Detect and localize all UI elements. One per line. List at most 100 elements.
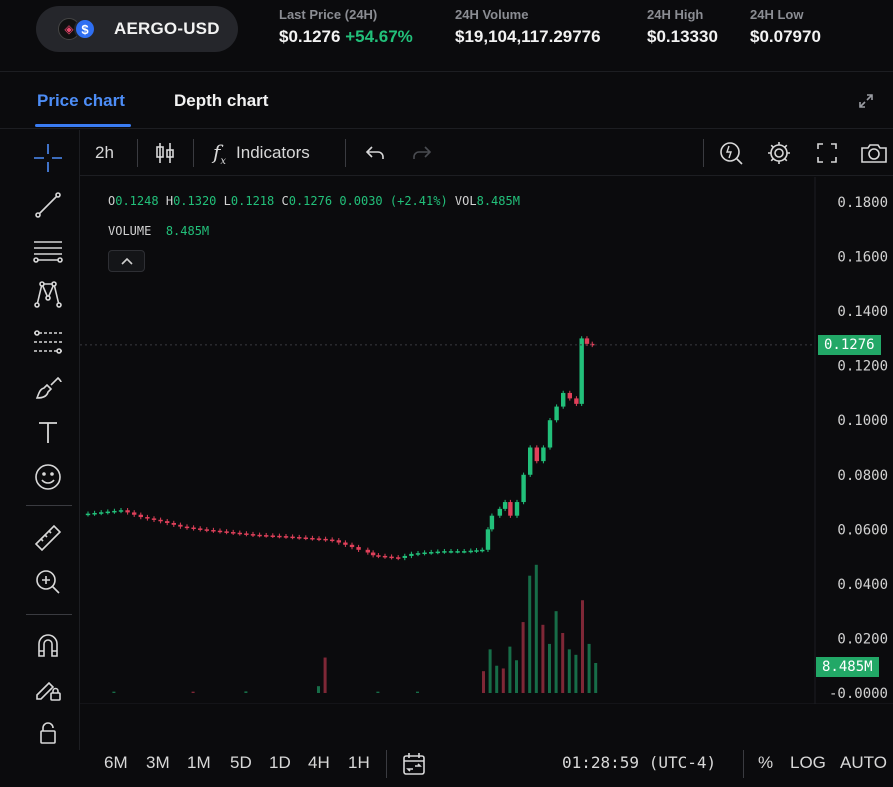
tab-price-chart[interactable]: Price chart: [37, 91, 125, 111]
stat-last-price: Last Price (24H) $0.1276 +54.67%: [279, 7, 413, 47]
candle-body: [402, 555, 407, 558]
range-1m[interactable]: 1M: [187, 753, 211, 773]
y-tick-label: 0.0200: [837, 631, 888, 647]
candle-body: [85, 513, 91, 516]
candle-body: [579, 338, 584, 404]
range-6m[interactable]: 6M: [104, 753, 128, 773]
pattern-icon[interactable]: [31, 278, 65, 312]
stat-value: $0.13330: [647, 27, 718, 46]
toolbar-divider: [137, 139, 138, 167]
undo-icon[interactable]: [364, 138, 386, 168]
candle-body: [574, 398, 579, 404]
candle-body: [92, 512, 97, 515]
expand-icon[interactable]: [857, 92, 875, 110]
camera-icon[interactable]: [860, 138, 888, 168]
y-tick-label: 0.0600: [837, 522, 888, 538]
magnet-icon[interactable]: [31, 628, 65, 662]
range-1h[interactable]: 1H: [348, 753, 370, 773]
range-3m[interactable]: 3M: [146, 753, 170, 773]
volume-bar: [317, 686, 320, 693]
percent-scale-toggle[interactable]: %: [758, 753, 773, 773]
toolbar-divider: [743, 750, 744, 778]
calendar-icon[interactable]: [401, 751, 427, 782]
stat-label: Last Price (24H): [279, 7, 378, 22]
candle-body: [237, 532, 242, 535]
text-tool-icon[interactable]: [31, 415, 65, 449]
volume-bar: [521, 622, 525, 693]
volume-bar: [112, 691, 116, 693]
fullscreen-icon[interactable]: [815, 138, 839, 168]
y-tick-label: 0.1200: [837, 359, 888, 375]
zoom-in-icon[interactable]: [31, 565, 65, 599]
stat-24h-high: 24H High $0.13330: [647, 7, 718, 47]
chart-canvas[interactable]: 0.1800 0.1600 0.1400 0.1200 0.1000 0.0800 0.06…: [80, 177, 893, 704]
candle-body: [561, 392, 566, 407]
price-chart[interactable]: 0.1800 0.1600 0.1400 0.1200 0.1000 0.0800 0.06…: [80, 177, 893, 704]
low-label: L: [223, 194, 231, 208]
unlock-icon[interactable]: [31, 714, 65, 748]
last-price-tag: 0.1276: [818, 334, 881, 355]
candle-body: [415, 553, 421, 555]
volume-bar: [323, 657, 327, 693]
function-icon: fx: [213, 139, 227, 167]
ruler-icon[interactable]: [31, 521, 65, 555]
candle-body: [462, 551, 467, 553]
brush-icon[interactable]: [31, 370, 65, 404]
candle-body: [497, 508, 503, 516]
candle-body: [303, 537, 308, 540]
candle-body: [277, 535, 282, 538]
stat-value: $0.07970: [750, 27, 821, 46]
pair-selector[interactable]: ◈ $ AERGO-USD: [36, 6, 238, 52]
candle-body: [356, 547, 361, 550]
auto-scale-toggle[interactable]: AUTO: [840, 753, 887, 773]
toolbar-divider: [345, 139, 346, 167]
horizontal-lines-icon[interactable]: [31, 233, 65, 267]
candle-body: [343, 542, 348, 545]
candle-body: [171, 522, 176, 525]
range-5d[interactable]: 5D: [230, 753, 252, 773]
clock-time[interactable]: 01:28:59 (UTC-4): [562, 753, 716, 772]
volume-value: 8.485M: [165, 224, 210, 238]
candle-body: [365, 549, 371, 553]
volume-bar: [515, 660, 518, 693]
candle-body: [455, 551, 460, 553]
indicators-button[interactable]: fx Indicators: [213, 138, 310, 168]
volume-bar: [534, 564, 538, 693]
open-value: 0.1248: [115, 194, 159, 208]
redo-icon[interactable]: [411, 138, 433, 168]
candle-body: [204, 529, 209, 531]
emoji-icon[interactable]: [31, 460, 65, 494]
fib-retracement-icon[interactable]: [31, 325, 65, 359]
y-tick-label: 0.1400: [837, 304, 888, 320]
indicators-label: Indicators: [236, 143, 310, 162]
candle-body: [138, 514, 143, 518]
chevron-up-icon: [120, 257, 133, 265]
candle-body: [528, 447, 533, 475]
candle-body: [290, 536, 295, 539]
candle-body: [370, 552, 376, 556]
candle-body: [489, 515, 495, 530]
lock-drawing-icon[interactable]: [31, 671, 65, 705]
range-4h[interactable]: 4H: [308, 753, 330, 773]
candle-body: [118, 510, 124, 512]
candle-body: [541, 447, 546, 462]
settings-icon[interactable]: [766, 138, 792, 168]
y-tick-label: 0.1800: [837, 195, 888, 211]
collapse-legend-button[interactable]: [108, 250, 145, 272]
volume-bar: [244, 691, 248, 693]
candle-body: [191, 527, 196, 530]
candle-body: [502, 502, 508, 509]
tab-depth-chart[interactable]: Depth chart: [174, 91, 268, 111]
toolbar-divider: [703, 139, 704, 167]
range-1d[interactable]: 1D: [269, 753, 291, 773]
log-scale-toggle[interactable]: LOG: [790, 753, 826, 773]
interval-selector[interactable]: 2h: [95, 138, 114, 168]
crosshair-icon[interactable]: [31, 141, 65, 175]
trend-line-icon[interactable]: [31, 188, 65, 222]
stat-label: 24H High: [647, 7, 704, 22]
volume-bar: [501, 668, 505, 693]
candle-body: [217, 530, 223, 533]
quick-search-icon[interactable]: [718, 138, 744, 168]
volume-bar: [376, 691, 380, 693]
candlestick-type-icon[interactable]: [153, 138, 177, 168]
